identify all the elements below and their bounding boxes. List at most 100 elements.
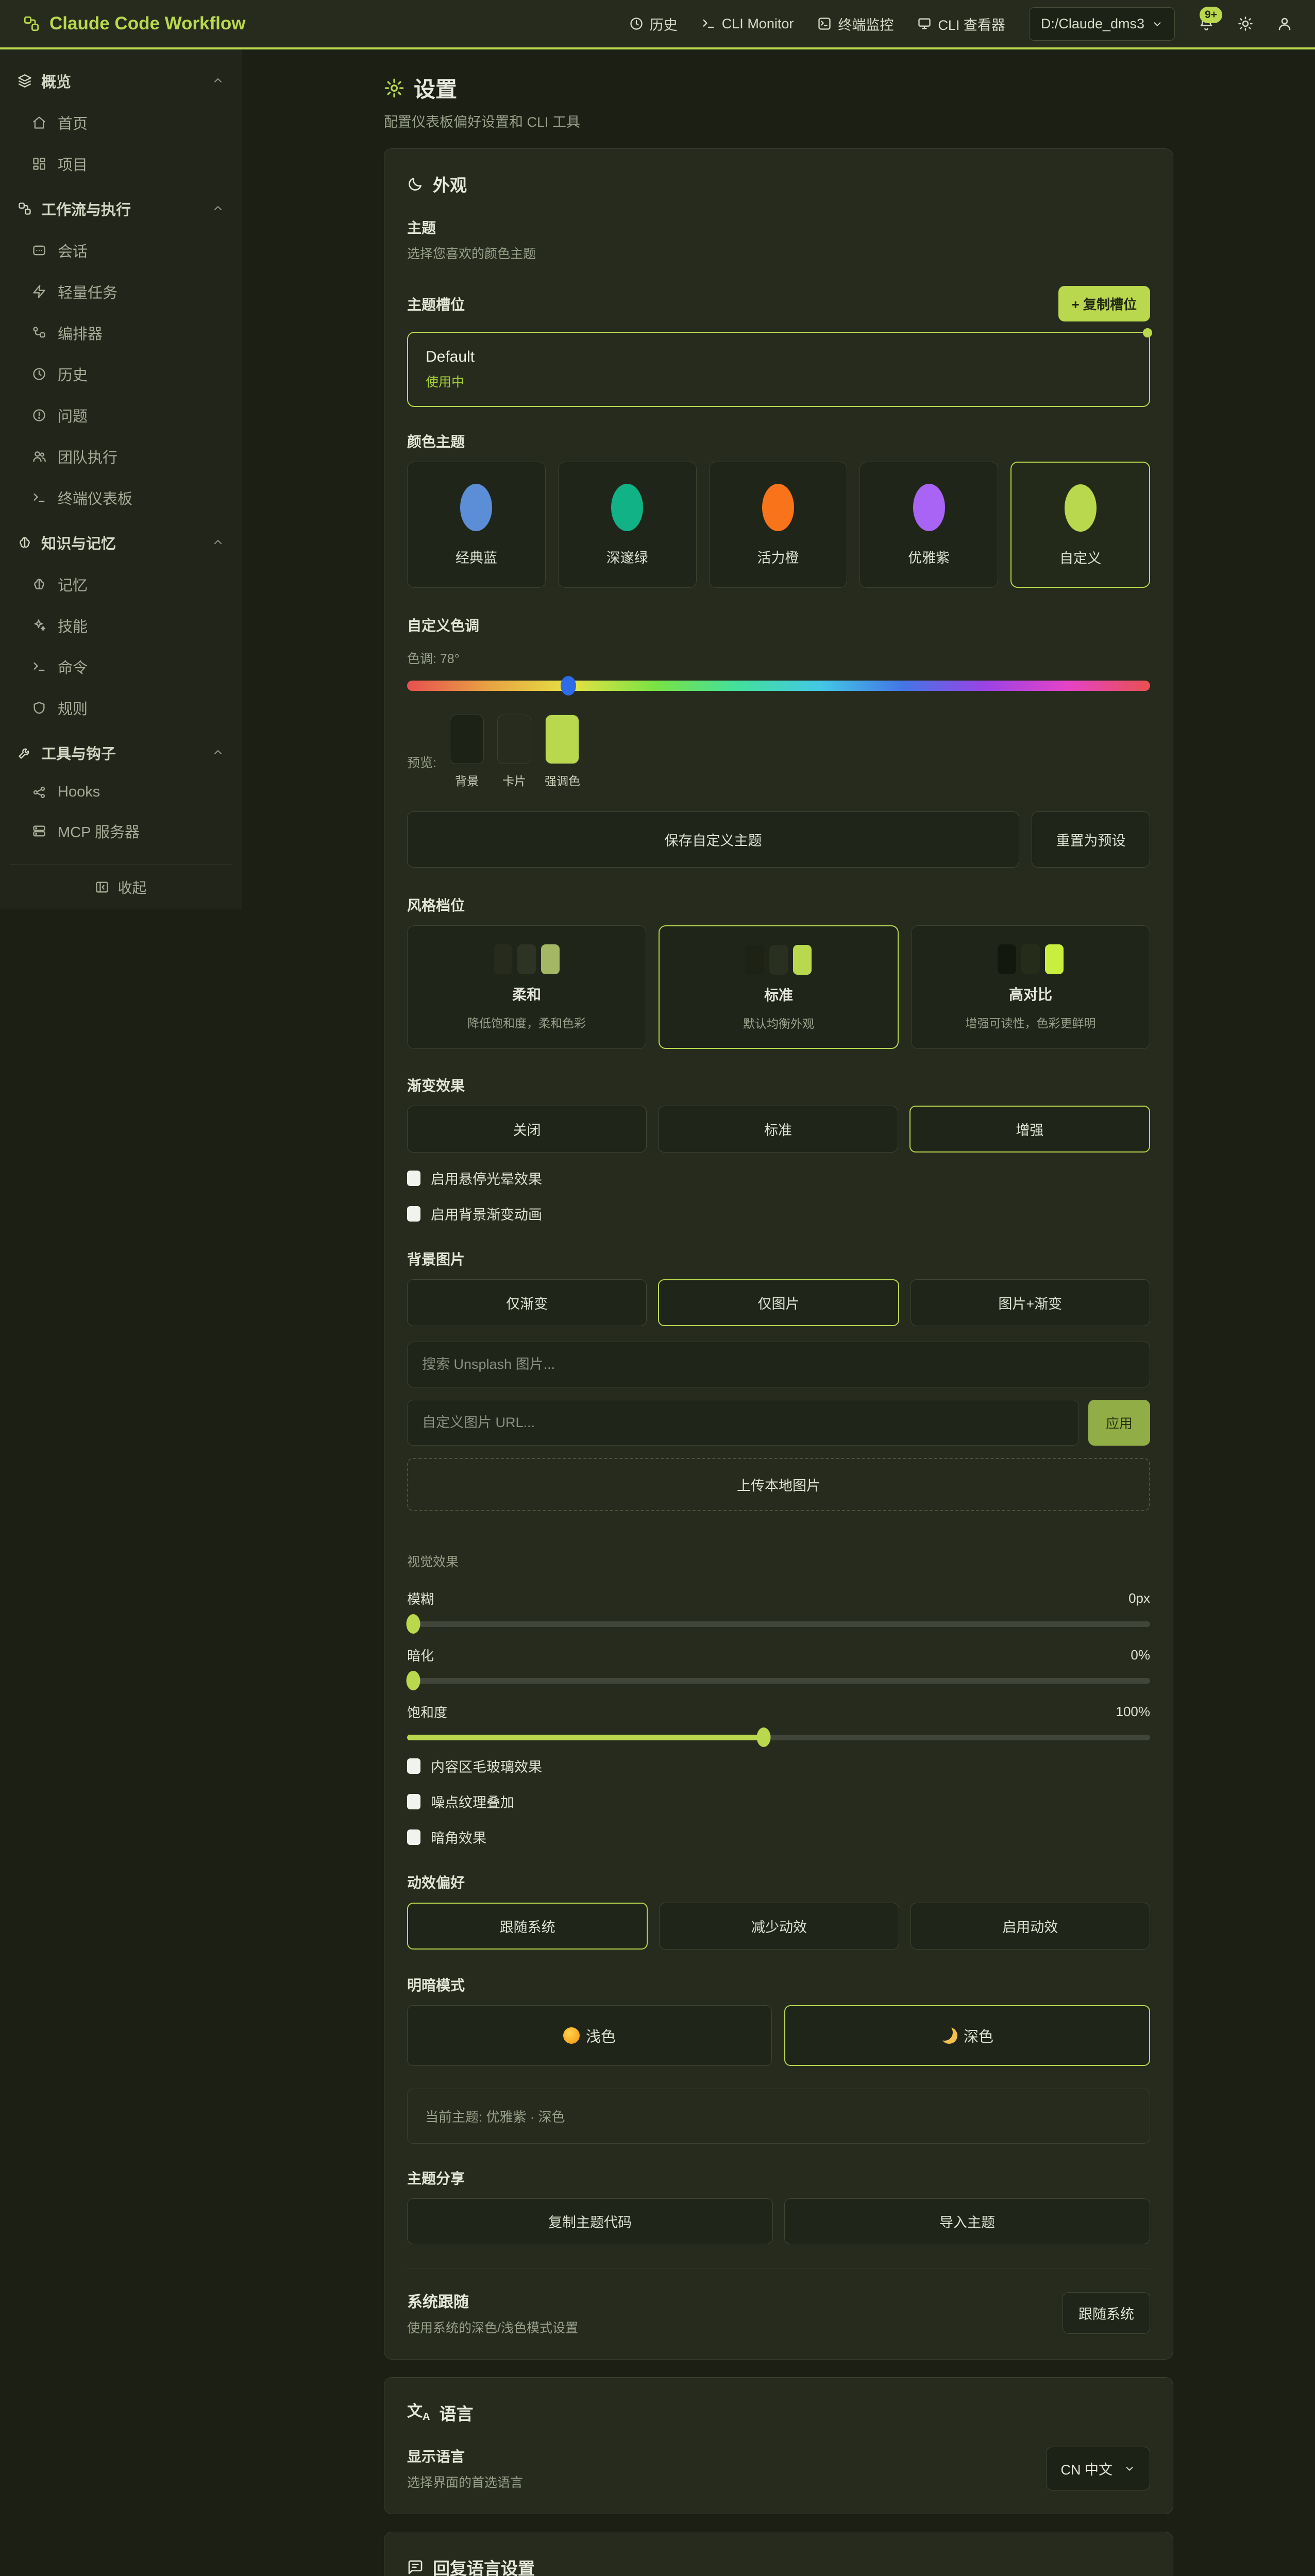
sidebar-item-memory[interactable]: 记忆 [10,564,231,605]
checkbox-unchecked[interactable] [407,1829,420,1845]
theme-slot-default[interactable]: Default 使用中 [407,332,1150,407]
theme-option-orange[interactable]: 活力橙 [709,462,848,588]
checkbox-label: 噪点纹理叠加 [431,1791,514,1811]
copy-theme-code-button[interactable]: 复制主题代码 [407,2198,773,2244]
display-language-desc: 选择界面的首选语言 [407,2472,523,2491]
user-menu-button[interactable] [1277,16,1292,31]
chevron-up-icon [212,747,224,759]
theme-option-label: 经典蓝 [456,547,497,567]
frosted-glass-checkbox[interactable]: 内容区毛玻璃效果 [407,1756,1150,1776]
sidebar-item-commands[interactable]: 命令 [10,646,231,687]
bg-option-gradient-only[interactable]: 仅渐变 [407,1279,647,1326]
style-option-soft[interactable]: 柔和 降低饱和度，柔和色彩 [407,925,646,1049]
theme-option-custom[interactable]: 自定义 [1010,462,1150,588]
sidebar-item-projects[interactable]: 项目 [10,143,231,184]
sidebar-item-hooks[interactable]: Hooks [10,774,231,810]
sidebar-group-tools[interactable]: 工具与钩子 [10,732,231,774]
copy-slot-button[interactable]: + 复制槽位 [1058,286,1150,321]
upload-local-image-button[interactable]: 上传本地图片 [407,1458,1150,1511]
style-option-high-contrast[interactable]: 高对比 增强可读性，色彩更鲜明 [911,925,1150,1049]
panel-collapse-icon [95,880,109,894]
save-custom-theme-button[interactable]: 保存自定义主题 [407,811,1019,868]
theme-option-green[interactable]: 深邃绿 [558,462,697,588]
sidebar-item-sessions[interactable]: 会话 [10,230,231,271]
light-mode-button[interactable]: 浅色 [407,2005,772,2066]
sidebar-item-label: 首页 [58,112,88,133]
sidebar-item-issues[interactable]: 问题 [10,395,231,436]
checkbox-label: 内容区毛玻璃效果 [431,1756,542,1776]
style-option-standard[interactable]: 标准 默认均衡外观 [659,925,899,1049]
custom-url-input[interactable] [407,1400,1079,1446]
sidebar-item-terminal-dashboard[interactable]: 终端仪表板 [10,477,231,518]
notifications-button[interactable]: 9+ [1199,16,1214,31]
brain-icon [18,535,32,550]
home-icon [32,115,46,130]
slider-label: 模糊 [407,1589,434,1608]
sidebar-item-label: 技能 [58,615,88,636]
sidebar-item-skills[interactable]: 技能 [10,605,231,646]
sidebar-item-label: 团队执行 [58,446,117,467]
bg-animation-checkbox[interactable]: 启用背景渐变动画 [407,1204,1150,1224]
follow-system-button[interactable]: 跟随系统 [1063,2292,1150,2334]
sidebar-group-workflow[interactable]: 工作流与执行 [10,188,231,230]
gradient-option-off[interactable]: 关闭 [407,1106,647,1153]
nav-terminal-monitor[interactable]: 终端监控 [817,14,893,34]
current-theme-info: 当前主题: 优雅紫 · 深色 [407,2089,1150,2144]
unsplash-search-input[interactable] [407,1342,1150,1387]
system-follow-title: 系统跟随 [407,2289,578,2312]
theme-option-blue[interactable]: 经典蓝 [407,462,546,588]
project-selector[interactable]: D:/Claude_dms3 [1029,7,1175,41]
sidebar-item-orchestrator[interactable]: 编排器 [10,312,231,353]
hue-slider-thumb[interactable] [561,676,576,696]
slider-thumb[interactable] [406,1614,420,1634]
hue-slider[interactable] [407,681,1150,691]
theme-option-purple[interactable]: 优雅紫 [859,462,998,588]
vignette-checkbox[interactable]: 暗角效果 [407,1827,1150,1847]
bg-option-image-only[interactable]: 仅图片 [658,1279,899,1326]
sidebar-group-overview[interactable]: 概览 [10,60,231,102]
darken-slider[interactable] [407,1678,1150,1684]
theme-toggle-button[interactable] [1238,16,1253,31]
custom-hue-label: 自定义色调 [407,615,1150,635]
preview-chip-label: 背景 [455,771,479,789]
checkbox-unchecked[interactable] [407,1794,420,1809]
sidebar-item-history[interactable]: 历史 [10,353,231,395]
motion-option-enable[interactable]: 启用动效 [911,1903,1150,1950]
sidebar-item-home[interactable]: 首页 [10,102,231,143]
language-title: 语言 [439,2400,473,2425]
hover-glow-checkbox[interactable]: 启用悬停光晕效果 [407,1168,1150,1188]
style-mini-swatches [746,945,812,975]
nav-cli-monitor[interactable]: CLI Monitor [701,16,794,32]
sidebar-item-rules[interactable]: 规则 [10,687,231,728]
sparkles-icon [32,618,46,633]
apply-url-button[interactable]: 应用 [1088,1400,1150,1446]
bg-option-image-gradient[interactable]: 图片+渐变 [911,1279,1150,1326]
gradient-option-standard[interactable]: 标准 [658,1106,898,1153]
theme-option-label: 活力橙 [757,547,799,567]
reset-preset-button[interactable]: 重置为预设 [1032,811,1150,868]
slot-status: 使用中 [426,372,1132,391]
language-select[interactable]: CN 中文 [1046,2447,1151,2490]
sidebar-item-team-exec[interactable]: 团队执行 [10,436,231,477]
slider-thumb[interactable] [406,1671,420,1690]
checkbox-unchecked[interactable] [407,1758,420,1774]
noise-texture-checkbox[interactable]: 噪点纹理叠加 [407,1791,1150,1811]
slider-thumb[interactable] [757,1727,771,1747]
import-theme-button[interactable]: 导入主题 [784,2198,1150,2244]
checkbox-unchecked[interactable] [407,1206,420,1222]
blur-slider[interactable] [407,1621,1150,1627]
gradient-option-enhanced[interactable]: 增强 [909,1106,1150,1153]
sidebar-item-light-tasks[interactable]: 轻量任务 [10,271,231,312]
sidebar-item-mcp-servers[interactable]: MCP 服务器 [10,810,231,852]
sidebar-item-label: 轻量任务 [58,281,117,302]
motion-option-reduce[interactable]: 减少动效 [659,1903,899,1950]
sidebar-group-knowledge[interactable]: 知识与记忆 [10,521,231,564]
sidebar: 概览 首页 项目 工作流与执行 会话 [0,49,242,909]
nav-history[interactable]: 历史 [629,14,678,34]
checkbox-unchecked[interactable] [407,1171,420,1186]
saturation-slider[interactable] [407,1735,1150,1740]
sidebar-collapse-button[interactable]: 收起 [10,864,231,909]
nav-cli-viewer[interactable]: CLI 查看器 [917,14,1005,34]
dark-mode-button[interactable]: 深色 [784,2005,1150,2066]
motion-option-system[interactable]: 跟随系统 [407,1903,648,1950]
